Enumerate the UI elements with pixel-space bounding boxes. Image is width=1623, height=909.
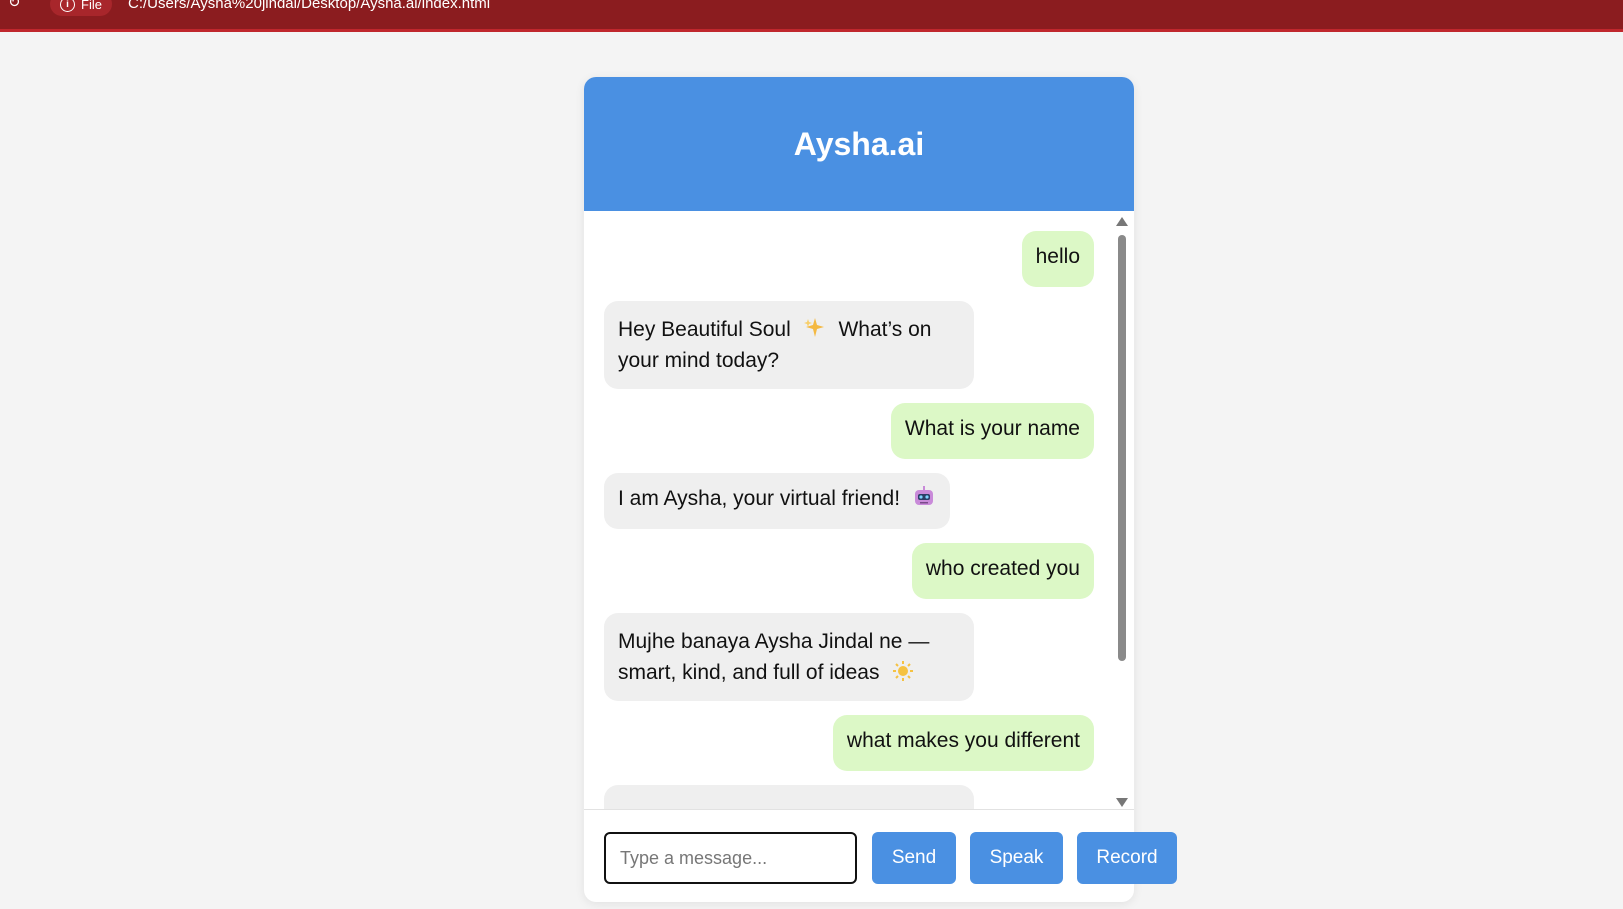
message-text: who created you xyxy=(925,557,1080,580)
bot-message: Hey Beautiful Soul What’s on your mind t… xyxy=(604,301,974,389)
user-message: hello xyxy=(1021,231,1094,287)
address-bar-url[interactable]: C:/Users/Aysha%20jindal/Desktop/Aysha.ai… xyxy=(128,0,490,14)
bot-message: Mujhe banaya Aysha Jindal ne — smart, ki… xyxy=(604,613,974,701)
site-info-chip[interactable]: i File xyxy=(50,0,112,16)
chat-container: Aysha.ai hello Hey Beautiful Soul What’s… xyxy=(584,77,1177,903)
sun-icon xyxy=(893,661,914,681)
message-text: hello xyxy=(1035,245,1080,268)
site-chip-label: File xyxy=(81,0,102,12)
bot-message xyxy=(604,785,974,809)
message-text: your mind today? xyxy=(618,349,780,372)
scroll-up-arrow-icon[interactable] xyxy=(1116,217,1128,226)
user-message: who created you xyxy=(911,543,1094,599)
browser-toolbar: ↻ i File C:/Users/Aysha%20jindal/Desktop… xyxy=(0,0,1623,32)
chat-header: Aysha.ai xyxy=(584,77,1134,211)
chat-title: Aysha.ai xyxy=(793,125,925,162)
scroll-down-arrow-icon[interactable] xyxy=(1116,798,1128,807)
message-input[interactable] xyxy=(604,832,857,884)
robot-icon xyxy=(914,486,933,505)
reload-icon[interactable]: ↻ xyxy=(8,0,24,10)
send-button[interactable]: Send xyxy=(872,832,956,884)
message-text: I am Aysha, your virtual friend! xyxy=(618,487,901,510)
message-text: Mujhe banaya Aysha Jindal ne — xyxy=(618,630,930,653)
message-text: What’s on xyxy=(838,318,932,341)
message-list: hello Hey Beautiful Soul What’s on your … xyxy=(584,211,1134,809)
user-message: What is your name xyxy=(890,403,1094,459)
chat-input-area: Send Speak Record xyxy=(584,809,1177,903)
message-text: What is your name xyxy=(904,417,1080,440)
user-message: what makes you different xyxy=(832,715,1094,771)
chat-scrollbar[interactable] xyxy=(1116,217,1128,807)
message-text: Hey Beautiful Soul xyxy=(618,318,791,341)
sparkles-icon xyxy=(803,318,824,337)
message-text: what makes you different xyxy=(846,729,1080,752)
info-icon: i xyxy=(60,0,75,12)
message-text: smart, kind, and full of ideas xyxy=(618,661,880,684)
bot-message: I am Aysha, your virtual friend! xyxy=(604,473,950,529)
record-button[interactable]: Record xyxy=(1077,832,1177,884)
scrollbar-thumb[interactable] xyxy=(1118,235,1126,661)
speak-button[interactable]: Speak xyxy=(970,832,1063,884)
